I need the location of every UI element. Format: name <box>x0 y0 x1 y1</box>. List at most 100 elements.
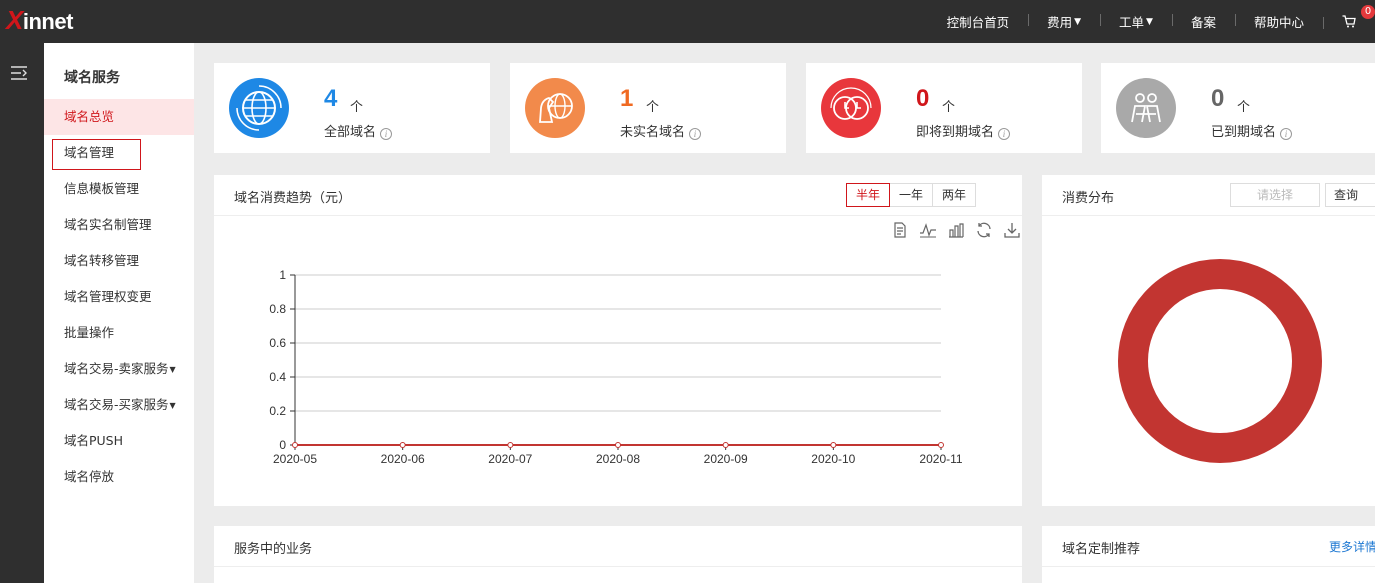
cart-button[interactable]: 0 <box>1323 5 1375 29</box>
y-tick-label: 0 <box>279 438 286 452</box>
caret-down-icon: ▼ <box>169 365 176 374</box>
stat-unit: 个 <box>350 100 364 115</box>
more-details-link[interactable]: 更多详情 <box>1329 538 1375 555</box>
y-tick-label: 0.4 <box>269 370 286 384</box>
stat-count: 4 <box>324 85 338 112</box>
download-icon[interactable] <box>1003 221 1021 239</box>
stat-label: 即将到期域名 i <box>916 121 1011 140</box>
sidebar-heading: 域名服务 <box>64 70 120 86</box>
stat-unit: 个 <box>1237 100 1251 115</box>
sidebar-item[interactable]: 域名停放 <box>44 459 194 495</box>
recommend-panel: 域名定制推荐 更多详情 <box>1042 526 1375 583</box>
data-point <box>399 442 406 448</box>
stat-card-expired-domains[interactable]: 0 个 已到期域名 i <box>1101 63 1375 153</box>
unverified-icon <box>525 78 585 138</box>
recommend-panel-title: 域名定制推荐 <box>1062 542 1141 557</box>
sidebar-item-label: 域名交易-买家服务 <box>64 397 169 412</box>
info-icon[interactable]: i <box>1280 128 1293 140</box>
stat-count: 0 <box>916 85 930 112</box>
y-tick-label: 0.8 <box>269 302 286 316</box>
sidebar-item[interactable]: 域名PUSH <box>44 423 194 459</box>
stat-label: 已到期域名 i <box>1211 121 1293 140</box>
top-nav: 控制台首页 费用 ▼ 工单 ▼ 备案 帮助中心 0 <box>928 0 1375 43</box>
sidebar-item[interactable]: 批量操作 <box>44 315 194 351</box>
chart-toolbox <box>891 221 1021 239</box>
data-point <box>292 442 298 448</box>
sidebar-item[interactable]: 域名实名制管理 <box>44 207 194 243</box>
logo-x: X <box>6 5 23 35</box>
xinnet-logo[interactable]: Xinnet <box>6 5 73 36</box>
sidebar-item-label: 域名转移管理 <box>64 253 140 268</box>
stat-unit: 个 <box>646 100 660 115</box>
tab-two-years[interactable]: 两年 <box>932 183 977 207</box>
nav-tickets[interactable]: 工单 ▼ <box>1100 12 1172 31</box>
logo-text: innet <box>22 9 74 34</box>
expired-icon <box>1116 78 1176 138</box>
y-tick-label: 0.2 <box>269 404 286 418</box>
stat-card-all-domains[interactable]: 4 个 全部域名 i <box>214 63 490 153</box>
distribution-donut-chart <box>1118 259 1322 463</box>
sidebar-item-label: 域名管理 <box>64 145 115 160</box>
nav-label: 帮助中心 <box>1253 15 1304 30</box>
sidebar-item[interactable]: 域名交易-买家服务▼ <box>44 387 194 423</box>
data-point <box>722 442 729 448</box>
info-icon[interactable]: i <box>998 128 1011 140</box>
caret-down-icon: ▼ <box>1146 16 1153 27</box>
nav-help-center[interactable]: 帮助中心 <box>1234 12 1323 31</box>
data-point <box>830 442 837 448</box>
x-tick-label: 2020-10 <box>811 452 855 466</box>
stat-label-text: 已到期域名 <box>1211 125 1277 140</box>
caret-down-icon: ▼ <box>169 401 176 410</box>
menu-toggle-icon[interactable] <box>10 65 28 81</box>
stat-label: 全部域名 i <box>324 121 393 140</box>
cart-icon <box>1342 15 1356 28</box>
sidebar-item-label: 域名实名制管理 <box>64 217 152 232</box>
services-panel-title: 服务中的业务 <box>234 542 313 557</box>
y-tick-label: 0.6 <box>269 336 286 350</box>
tab-one-year[interactable]: 一年 <box>889 183 934 207</box>
stat-count: 0 <box>1211 85 1225 112</box>
panel-divider <box>214 566 1022 567</box>
sidebar-menu: 域名总览域名管理信息模板管理域名实名制管理 域名转移管理 域名管理权变更 批量操作域名… <box>44 99 194 495</box>
sidebar-item[interactable]: 域名交易-卖家服务▼ <box>44 351 194 387</box>
sidebar-item[interactable]: 域名管理 <box>44 135 194 171</box>
nav-fees[interactable]: 费用 ▼ <box>1028 12 1100 31</box>
bar-chart-icon[interactable] <box>947 221 965 239</box>
cart-count-badge: 0 <box>1361 5 1375 19</box>
sidebar-item[interactable]: 域名总览 <box>44 99 194 135</box>
nav-label: 工单 <box>1119 15 1145 30</box>
range-tabs: 半年 一年 两年 <box>846 183 977 207</box>
sidebar-item-label: 域名总览 <box>64 109 115 124</box>
panel-divider <box>1042 566 1375 567</box>
stat-card-unverified-domains[interactable]: 1 个 未实名域名 i <box>510 63 786 153</box>
sidebar-item[interactable]: 域名转移管理 <box>44 243 194 279</box>
nav-label: 控制台首页 <box>946 15 1010 30</box>
info-icon[interactable]: i <box>380 128 393 140</box>
data-point <box>938 442 944 448</box>
stat-count: 1 <box>620 85 634 112</box>
nav-console-home[interactable]: 控制台首页 <box>928 12 1029 31</box>
data-view-icon[interactable] <box>891 221 909 239</box>
stat-label: 未实名域名 i <box>620 121 702 140</box>
x-tick-label: 2020-07 <box>488 452 532 466</box>
refresh-icon[interactable] <box>975 221 993 239</box>
sidebar-item-label: 批量操作 <box>64 325 115 340</box>
stat-label-text: 即将到期域名 <box>916 125 995 140</box>
x-tick-label: 2020-06 <box>381 452 425 466</box>
sidebar-item[interactable]: 域名管理权变更 <box>44 279 194 315</box>
y-tick-label: 1 <box>279 268 286 282</box>
sidebar-item-label: 域名PUSH <box>64 433 124 448</box>
line-chart-icon[interactable] <box>919 221 937 239</box>
donut-slice <box>1118 259 1322 463</box>
sidebar-item-label: 域名停放 <box>64 469 115 484</box>
sidebar: 域名服务 域名总览域名管理信息模板管理域名实名制管理 域名转移管理 域名管理权变更批… <box>44 43 194 583</box>
data-point <box>507 442 514 448</box>
sidebar-item[interactable]: 信息模板管理 <box>44 171 194 207</box>
tab-half-year[interactable]: 半年 <box>846 183 891 207</box>
x-tick-label: 2020-11 <box>919 452 962 466</box>
sidebar-item-label: 域名管理权变更 <box>64 289 152 304</box>
services-panel: 服务中的业务 <box>214 526 1022 583</box>
nav-filing[interactable]: 备案 <box>1171 12 1235 31</box>
stat-card-expiring-domains[interactable]: 0 个 即将到期域名 i <box>806 63 1082 153</box>
info-icon[interactable]: i <box>689 128 702 140</box>
